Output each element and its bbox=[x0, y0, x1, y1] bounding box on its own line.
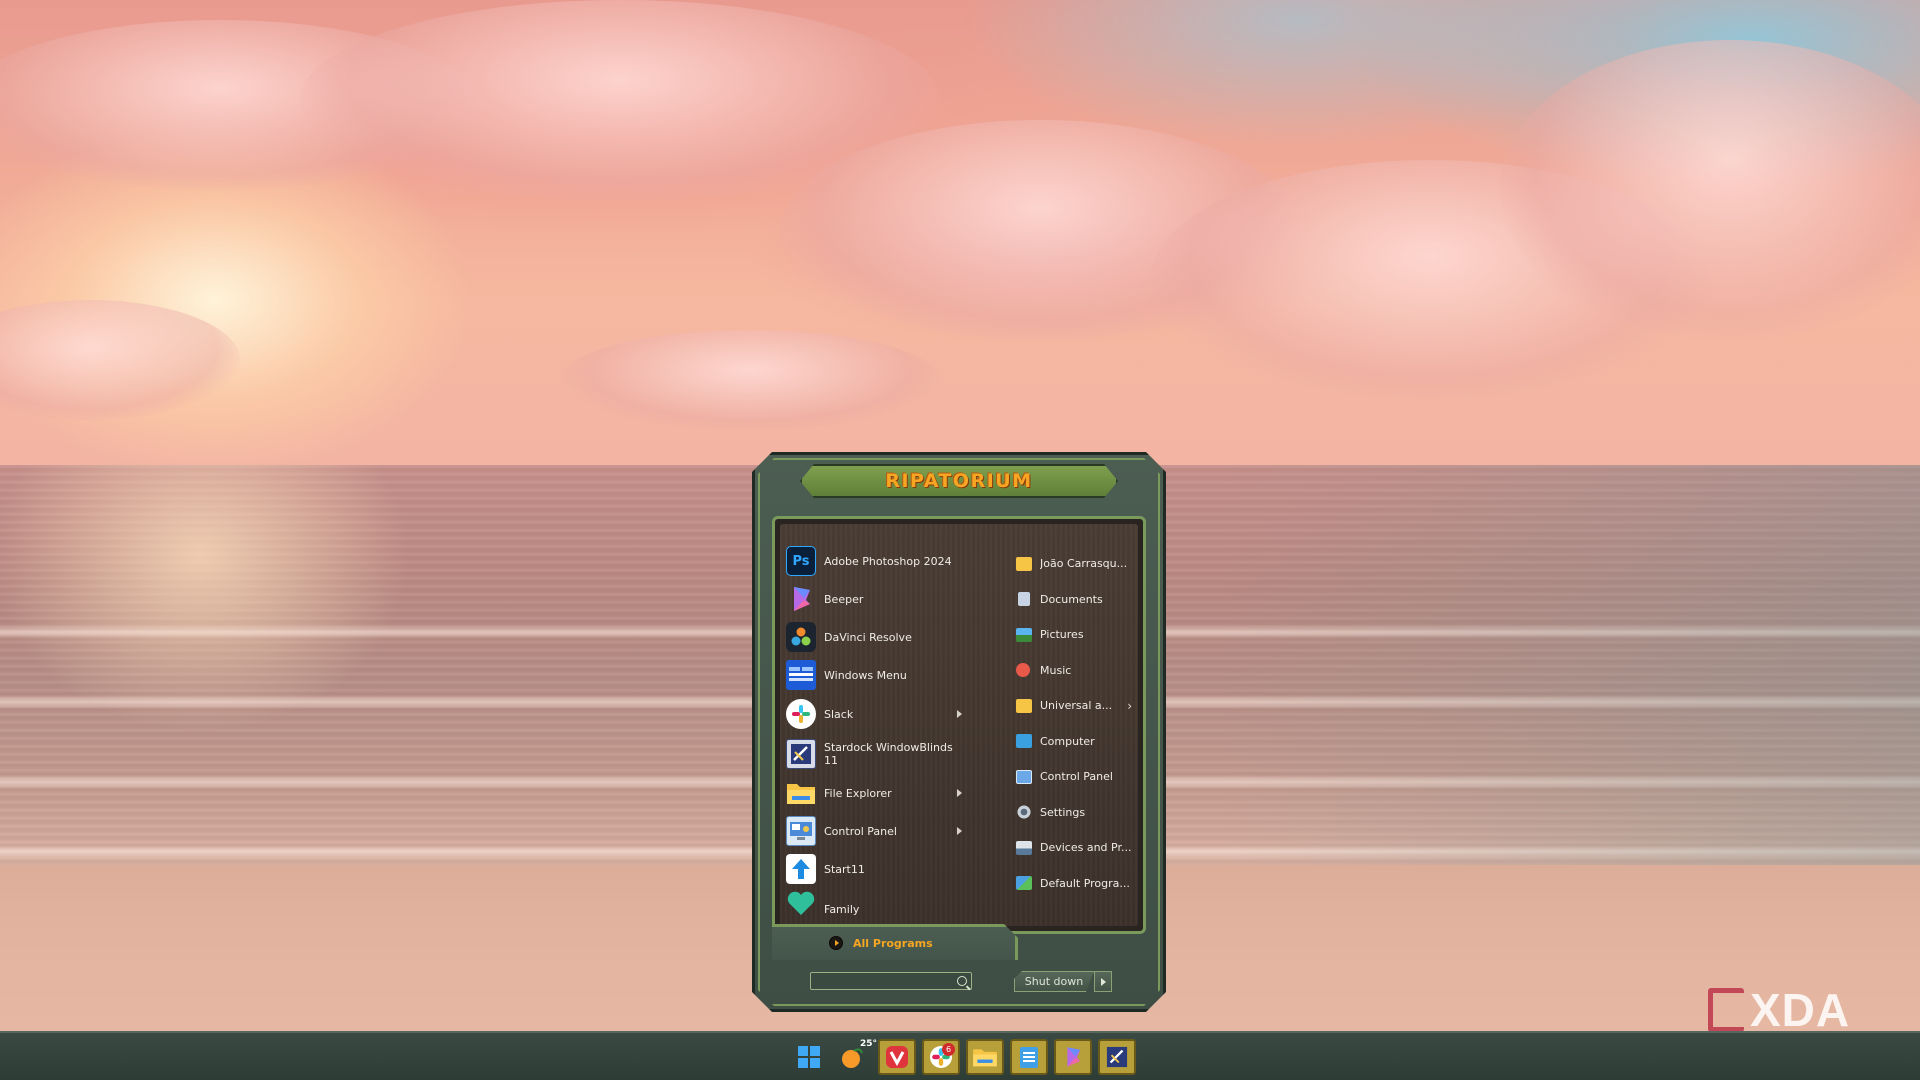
place-item-computer[interactable]: Computer bbox=[1016, 724, 1140, 760]
beeper-icon bbox=[1067, 1047, 1081, 1067]
control-panel-icon bbox=[786, 816, 816, 846]
app-item-family[interactable]: Family bbox=[786, 888, 962, 918]
windowblinds-icon bbox=[1106, 1046, 1128, 1068]
app-item-label: Start11 bbox=[824, 862, 865, 876]
xda-logo-icon bbox=[1708, 988, 1744, 1031]
file-explorer-icon bbox=[973, 1049, 997, 1067]
vivaldi-icon bbox=[886, 1046, 908, 1068]
taskbar-slack[interactable]: 6 bbox=[922, 1039, 960, 1075]
windows-menu-icon bbox=[786, 660, 816, 690]
folder-icon bbox=[1016, 698, 1032, 713]
slack-icon bbox=[786, 699, 816, 729]
taskbar-notepad[interactable] bbox=[1010, 1039, 1048, 1075]
place-item-label: Devices and Pr... bbox=[1040, 841, 1132, 855]
place-item-label: Pictures bbox=[1040, 628, 1084, 642]
windowblinds-icon bbox=[786, 739, 816, 769]
app-item-label: File Explorer bbox=[824, 786, 892, 800]
default-programs-icon bbox=[1016, 876, 1032, 891]
place-item-user-folder[interactable]: João Carrasqu... bbox=[1016, 546, 1140, 582]
music-icon bbox=[1016, 663, 1030, 678]
windows-start-button[interactable] bbox=[790, 1039, 828, 1075]
app-item-label: Family bbox=[824, 903, 860, 916]
app-item-label: DaVinci Resolve bbox=[824, 630, 912, 644]
shut-down-button[interactable]: Shut down bbox=[1014, 971, 1094, 992]
pinned-apps-list: Ps Adobe Photoshop 2024 Beeper DaVinci R… bbox=[786, 542, 962, 918]
app-item-control-panel[interactable]: Control Panel bbox=[786, 812, 962, 850]
xda-watermark-text: XDA bbox=[1750, 984, 1851, 1031]
search-icon bbox=[957, 976, 967, 986]
taskbar-vivaldi[interactable] bbox=[878, 1039, 916, 1075]
weather-widget[interactable]: 25° bbox=[834, 1039, 877, 1075]
devices-printers-icon bbox=[1016, 840, 1032, 855]
search-input[interactable] bbox=[810, 972, 972, 990]
app-item-start11[interactable]: Start11 bbox=[786, 850, 962, 888]
app-item-windowblinds[interactable]: Stardock WindowBlinds 11 bbox=[786, 734, 962, 774]
place-item-default-programs[interactable]: Default Progra... bbox=[1016, 866, 1140, 902]
place-item-label: Documents bbox=[1040, 592, 1103, 606]
windows-start-icon bbox=[798, 1046, 820, 1068]
place-item-devices-printers[interactable]: Devices and Pr... bbox=[1016, 830, 1140, 866]
photoshop-icon: Ps bbox=[786, 546, 816, 576]
place-item-label: Settings bbox=[1040, 805, 1086, 819]
app-item-label: Stardock WindowBlinds 11 bbox=[824, 741, 953, 767]
all-programs-button[interactable]: All Programs bbox=[829, 936, 933, 950]
control-panel-icon bbox=[1016, 769, 1032, 784]
app-item-label: Adobe Photoshop 2024 bbox=[824, 554, 952, 568]
app-item-label: Beeper bbox=[824, 592, 864, 606]
place-item-settings[interactable]: Settings bbox=[1016, 795, 1140, 831]
play-arrow-icon bbox=[829, 936, 843, 950]
place-item-label: Universal a... bbox=[1040, 699, 1113, 713]
place-item-documents[interactable]: Documents bbox=[1016, 582, 1140, 618]
wallpaper-cloud bbox=[560, 330, 940, 430]
weather-temperature: 25° bbox=[860, 1039, 878, 1049]
place-item-label: Control Panel bbox=[1040, 770, 1113, 784]
xda-watermark: XDA bbox=[1708, 984, 1850, 1031]
submenu-arrow-icon bbox=[957, 789, 962, 797]
place-item-music[interactable]: Music bbox=[1016, 653, 1140, 689]
computer-icon bbox=[1016, 734, 1032, 749]
start-menu-title-bar: RIPATORIUM bbox=[800, 464, 1118, 498]
notification-badge: 6 bbox=[942, 1043, 955, 1056]
app-item-file-explorer[interactable]: File Explorer bbox=[786, 774, 962, 812]
app-item-windows-menu[interactable]: Windows Menu bbox=[786, 656, 962, 694]
family-heart-icon bbox=[786, 888, 816, 918]
app-item-beeper[interactable]: Beeper bbox=[786, 580, 962, 618]
gear-icon bbox=[1016, 805, 1032, 820]
davinci-resolve-icon bbox=[786, 622, 816, 652]
folder-icon bbox=[786, 778, 816, 808]
places-list: João Carrasqu... Documents Pictures Musi… bbox=[1016, 546, 1140, 901]
place-item-label: Computer bbox=[1040, 734, 1095, 748]
place-item-label: João Carrasqu... bbox=[1040, 557, 1128, 571]
app-item-label: Slack bbox=[824, 707, 854, 721]
pictures-icon bbox=[1016, 627, 1032, 642]
taskbar-file-explorer[interactable] bbox=[966, 1039, 1004, 1075]
shut-down-options-button[interactable] bbox=[1094, 971, 1112, 992]
app-item-photoshop[interactable]: Ps Adobe Photoshop 2024 bbox=[786, 542, 962, 580]
app-item-davinci-resolve[interactable]: DaVinci Resolve bbox=[786, 618, 962, 656]
all-programs-label: All Programs bbox=[853, 936, 933, 950]
app-item-slack[interactable]: Slack bbox=[786, 694, 962, 734]
place-item-label: Music bbox=[1040, 663, 1072, 677]
submenu-arrow-icon bbox=[957, 710, 962, 718]
place-item-control-panel[interactable]: Control Panel bbox=[1016, 759, 1140, 795]
start-menu-title: RIPATORIUM bbox=[885, 470, 1033, 492]
start11-icon bbox=[786, 854, 816, 884]
place-item-universal-apps[interactable]: Universal a... › bbox=[1016, 688, 1140, 724]
place-item-pictures[interactable]: Pictures bbox=[1016, 617, 1140, 653]
chevron-right-icon: › bbox=[1127, 698, 1132, 713]
taskbar-beeper[interactable] bbox=[1054, 1039, 1092, 1075]
place-item-label: Default Progra... bbox=[1040, 876, 1130, 890]
submenu-arrow-icon bbox=[957, 827, 962, 835]
user-folder-icon bbox=[1016, 556, 1032, 571]
beeper-icon bbox=[786, 584, 816, 614]
taskbar: 25° 6 bbox=[0, 1031, 1920, 1080]
app-item-label: Control Panel bbox=[824, 824, 897, 838]
taskbar-windowblinds[interactable] bbox=[1098, 1039, 1136, 1075]
app-item-label: Windows Menu bbox=[824, 668, 907, 682]
notepad-icon bbox=[1020, 1047, 1038, 1068]
documents-icon bbox=[1018, 592, 1030, 607]
start-menu: RIPATORIUM Ps Adobe Photoshop 2024 Beepe… bbox=[752, 452, 1166, 1012]
